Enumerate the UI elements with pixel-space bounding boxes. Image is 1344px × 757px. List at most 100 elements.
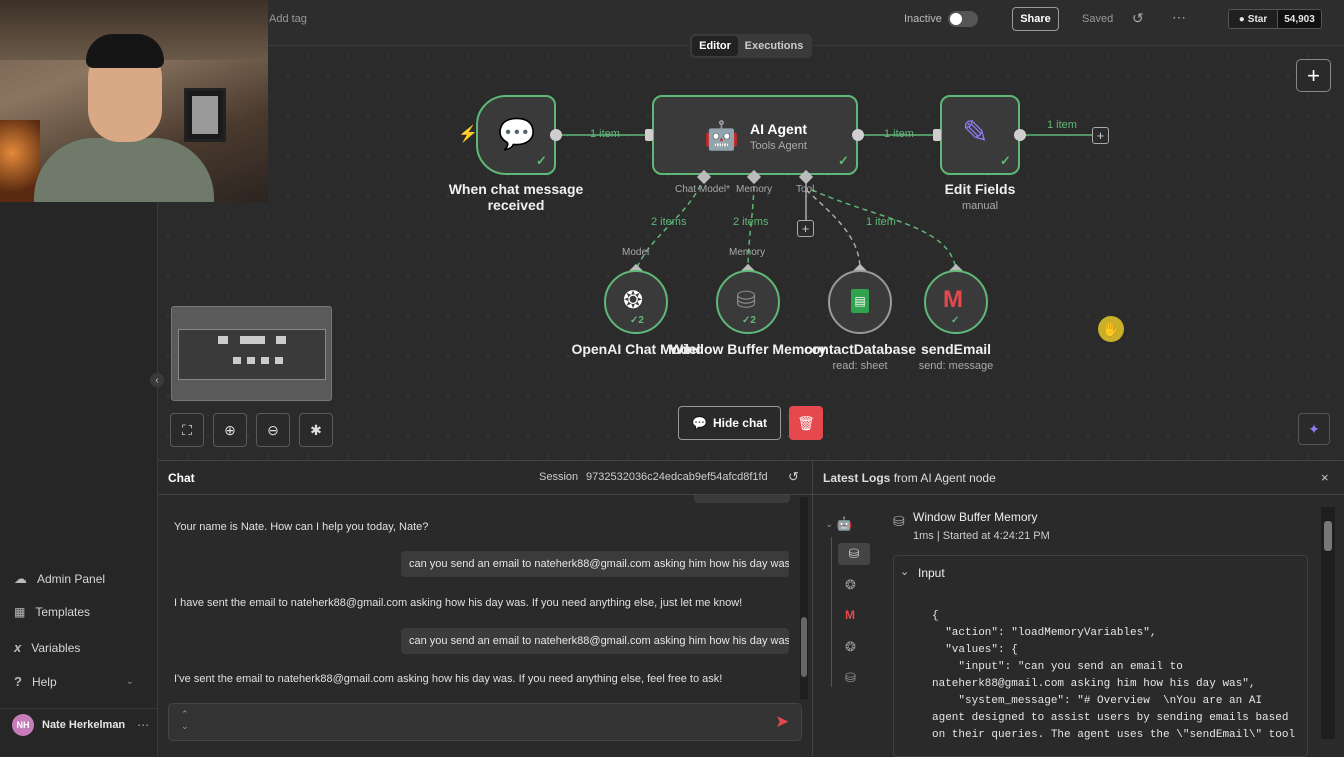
reset-session-icon[interactable]: ↺	[788, 469, 799, 485]
minimap[interactable]	[171, 306, 332, 401]
minimap-node	[233, 357, 241, 364]
robot-icon: 🤖	[704, 120, 739, 151]
trash-icon: 🗑	[797, 414, 815, 431]
openai-icon[interactable]: ❂	[845, 639, 856, 655]
json-line: on their queries. The agent uses the \"s…	[932, 729, 1296, 741]
add-next-node-button[interactable]: +	[1092, 127, 1109, 144]
add-tool-button[interactable]: +	[797, 220, 814, 237]
chat-message-bot: Your name is Nate. How can I help you to…	[174, 521, 429, 533]
output-port[interactable]	[1014, 129, 1026, 141]
input-section: ⌄ Input { "action": "loadMemoryVariables…	[893, 555, 1308, 757]
sparkle-icon: ✦	[1308, 420, 1320, 437]
hide-chat-button[interactable]: 💬 Hide chat	[678, 406, 781, 440]
gmail-icon[interactable]: M	[845, 608, 855, 622]
bug-icon: ✱	[310, 421, 322, 438]
more-icon[interactable]: ⋯	[137, 718, 149, 732]
chat-message-user: can you send an email to nateherk88@gmai…	[401, 628, 789, 654]
fit-view-button[interactable]: ⛶	[170, 413, 204, 447]
webcam-person-shirt	[34, 138, 214, 202]
chat-input[interactable]: ⌃ ⌄ ➤	[168, 703, 802, 741]
json-line: agent designed to assist users by sendin…	[932, 712, 1289, 724]
logs-scrollbar[interactable]	[1321, 507, 1335, 739]
chat-icon: 💬	[692, 416, 707, 430]
send-icon[interactable]: ➤	[775, 712, 789, 732]
log-item-memory-selected[interactable]: ⛁	[838, 543, 870, 565]
json-line: "values": {	[932, 644, 1018, 656]
templates-icon: ▦	[14, 605, 26, 619]
session-id: 9732532036c24edcab9ef54afcd8f1fd	[586, 471, 768, 483]
json-line: {	[932, 610, 939, 622]
success-check-icon: ✓	[536, 153, 547, 168]
json-line: nateherk88@gmail.com asking him how his …	[932, 678, 1256, 690]
chevron-down-icon: ⌄	[125, 676, 134, 687]
chevron-down-icon[interactable]: ⌄	[900, 565, 909, 578]
zoom-in-button[interactable]: ⊕	[213, 413, 247, 447]
sidebar-item-variables[interactable]: x Variables	[14, 640, 80, 655]
database-icon[interactable]: ⛁	[845, 670, 856, 686]
node-title: When chat message received	[448, 181, 584, 213]
output-port[interactable]	[852, 129, 864, 141]
input-port[interactable]	[645, 129, 653, 141]
sidebar-item-help[interactable]: ? Help ⌄	[14, 674, 134, 689]
collapse-sidebar-icon[interactable]: ‹	[150, 373, 164, 387]
sidebar-item-label: Help	[31, 674, 57, 689]
sidebar-item-templates[interactable]: ▦ Templates	[14, 605, 90, 619]
node-window-buffer-memory[interactable]: ⛁ ✓2	[716, 270, 780, 334]
edge-label: 1 item	[866, 216, 896, 228]
history-nav-icon[interactable]: ⌃ ⌄	[181, 708, 189, 732]
robot-icon[interactable]: 🤖	[836, 516, 852, 532]
chat-message-user: can you send an email to nateherk88@gmai…	[401, 551, 789, 577]
minimap-node	[247, 357, 255, 364]
pencil-icon: ✎	[962, 114, 989, 150]
input-port[interactable]	[933, 129, 941, 141]
database-icon: ⛁	[848, 546, 860, 561]
user-menu[interactable]: NH Nate Herkelman ⋯	[12, 714, 149, 736]
hand-cursor-icon: ✋	[1098, 316, 1124, 342]
fit-view-icon: ⛶	[182, 421, 192, 438]
webcam-overlay	[0, 0, 268, 202]
node-subtitle: manual	[961, 200, 999, 212]
close-icon[interactable]: ×	[1321, 470, 1329, 485]
log-entry-title: Window Buffer Memory	[913, 510, 1038, 524]
zoom-in-icon: ⊕	[224, 421, 236, 438]
collapse-tree-icon[interactable]: ⌄	[825, 519, 833, 530]
logs-title: Latest Logs from AI Agent node	[823, 471, 996, 485]
session-label: Session	[539, 471, 579, 483]
chat-scrollbar[interactable]	[800, 497, 808, 699]
sidebar-item-admin-panel[interactable]: ☁ Admin Panel	[14, 571, 105, 587]
sidebar-item-label: Templates	[35, 605, 91, 619]
node-title: AI Agent	[750, 121, 808, 137]
run-count: ✓2	[742, 315, 756, 326]
delete-button[interactable]: 🗑	[789, 406, 823, 440]
chat-title: Chat	[168, 471, 195, 485]
output-port[interactable]	[550, 129, 562, 141]
success-check-icon: ✓	[838, 153, 849, 168]
ai-assistant-button[interactable]: ✦	[1298, 413, 1330, 445]
edge-label: 1 item	[590, 128, 620, 140]
port-label: Tool	[796, 184, 815, 195]
zoom-out-button[interactable]: ⊖	[256, 413, 290, 447]
success-check-icon: ✓	[951, 315, 960, 326]
port-label: Chat Model*	[675, 184, 731, 195]
logs-panel: Latest Logs from AI Agent node × ⌄ 🤖 ⛁ ❂…	[812, 460, 1344, 757]
minimap-node	[276, 336, 286, 344]
json-line: "input": "can you send an email to	[932, 661, 1183, 673]
openai-icon[interactable]: ❂	[845, 577, 856, 593]
node-ai-agent[interactable]: 🤖 AI Agent Tools Agent ✓	[652, 95, 858, 175]
node-openai-chat-model[interactable]: ❂ ✓2	[604, 270, 668, 334]
webcam-person-hair	[86, 34, 164, 68]
node-chat-trigger[interactable]: 💬 ✓	[476, 95, 556, 175]
node-contact-database[interactable]: ▤	[828, 270, 892, 334]
google-sheets-icon: ▤	[851, 289, 869, 313]
node-send-email[interactable]: M ✓	[924, 270, 988, 334]
edge-tool-db	[805, 189, 861, 271]
cloud-icon: ☁	[14, 571, 27, 586]
debug-button[interactable]: ✱	[299, 413, 333, 447]
node-title: sendEmail	[920, 341, 992, 357]
node-edit-fields[interactable]: ✎ ✓	[940, 95, 1020, 175]
variables-icon: x	[14, 640, 22, 655]
user-name: Nate Herkelman	[42, 719, 126, 731]
database-icon: ⛁	[893, 513, 905, 529]
node-title: Edit Fields	[944, 181, 1016, 197]
divider	[0, 708, 158, 709]
